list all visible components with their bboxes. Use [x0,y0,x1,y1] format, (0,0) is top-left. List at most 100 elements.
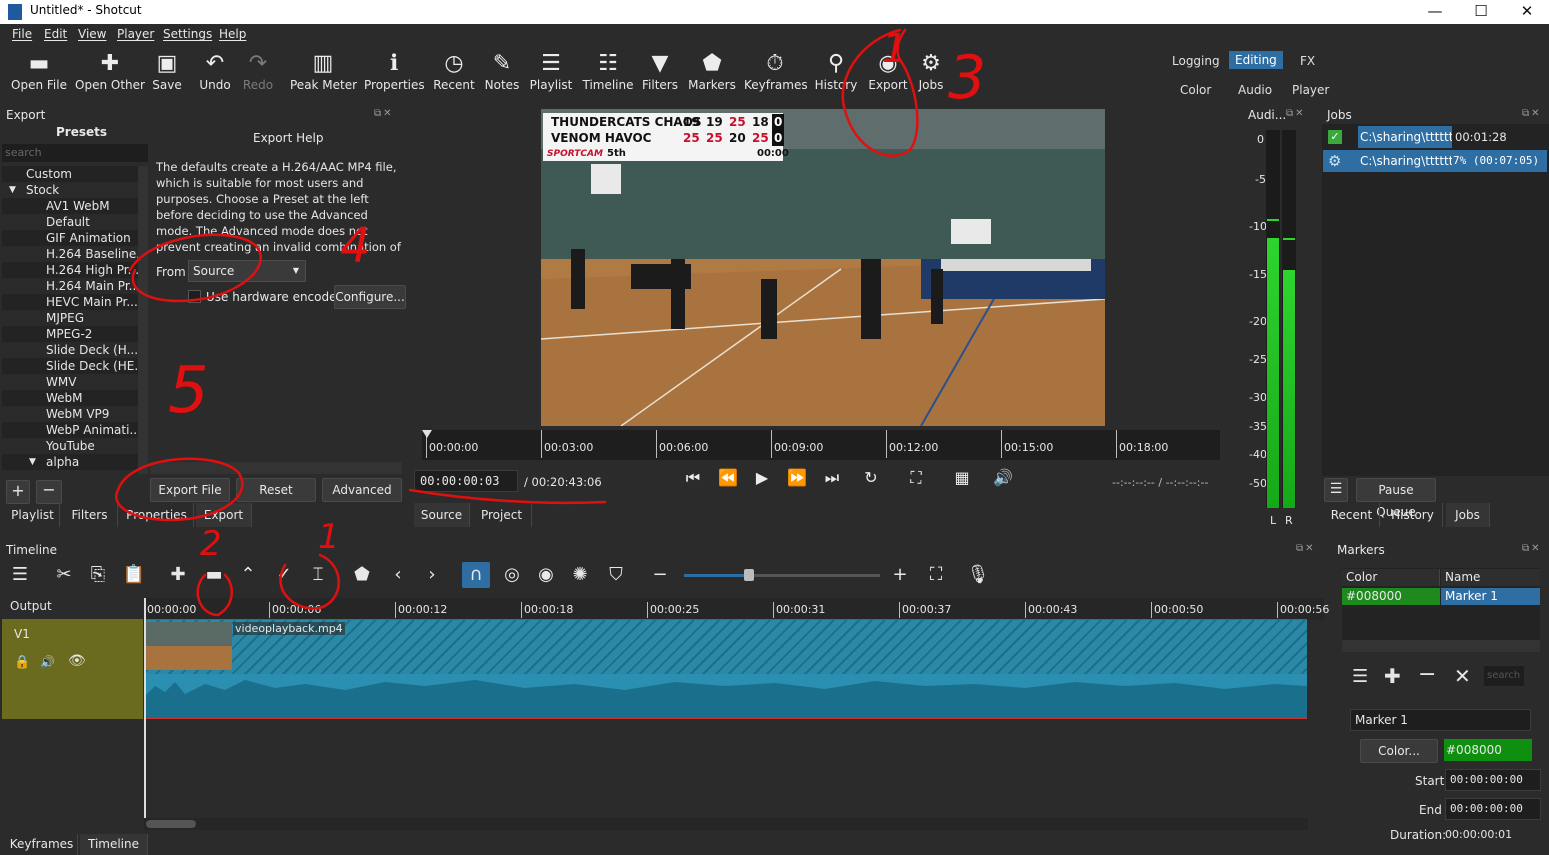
help-horizontal-scrollbar[interactable] [150,462,402,474]
panel-float-close-icons[interactable]: ⧉✕ [1296,543,1316,554]
tab-filters[interactable]: Filters [62,503,118,527]
panel-float-close-icons[interactable]: ⧉✕ [1522,543,1542,554]
video-clip[interactable]: videoplayback.mp4 [145,619,1307,719]
tab-jobs[interactable]: Jobs [1446,503,1490,527]
play-icon[interactable]: ▶ [752,468,772,487]
jobs-menu-button[interactable]: ☰ [1324,478,1348,502]
preset-item[interactable]: YouTube [2,438,138,454]
markers-scrollbar[interactable] [1342,640,1540,652]
add-marker-icon[interactable]: ⬟ [348,562,376,588]
markers-button[interactable]: ⬟ Markers [688,44,736,102]
append-icon[interactable]: ✚ [164,562,192,588]
properties-button[interactable]: ℹ Properties [364,44,425,102]
mute-icon[interactable]: 🔊 [40,655,55,669]
workspace-editing[interactable]: Editing [1229,51,1283,69]
panel-float-close-icons[interactable]: ⧉✕ [374,108,394,119]
timeline-menu-icon[interactable]: ☰ [6,562,34,588]
maximize-button[interactable]: ☐ [1458,0,1504,24]
presets-search-input[interactable]: search [2,144,148,162]
add-marker-icon[interactable]: ✚ [1384,664,1401,688]
ripple-markers-icon[interactable]: ⛉ [602,562,630,588]
menu-view[interactable]: View [78,27,106,41]
snap-icon[interactable]: ∩ [462,562,490,588]
video-preview[interactable]: THUNDERCATS CHAOS 19 19 25 18 0 VENOM HA… [541,109,1105,426]
preset-item[interactable]: Slide Deck (H.... [2,342,138,358]
menu-edit[interactable]: Edit [44,27,67,41]
configure-button[interactable]: Configure... [334,285,406,309]
ripple-all-icon[interactable]: ✺ [566,562,594,588]
hw-encoder-checkbox[interactable] [188,290,201,303]
preset-item[interactable]: Slide Deck (HE... [2,358,138,374]
preset-item[interactable]: H.264 Main Pr... [2,278,138,294]
tab-project[interactable]: Project [472,503,532,527]
filters-button[interactable]: ▼ Filters [640,44,680,102]
preset-item[interactable]: H.264 Baseline... [2,246,138,262]
save-button[interactable]: ▣ Save [150,44,184,102]
open-file-button[interactable]: ▬ Open File [8,44,70,102]
undo-button[interactable]: ↶ Undo [196,44,234,102]
lift-icon[interactable]: ⌃ [234,562,262,588]
export-button[interactable]: ◉ Export [866,44,910,102]
close-button[interactable]: ✕ [1504,0,1549,24]
clear-markers-icon[interactable]: ✕ [1454,664,1471,688]
keyframes-button[interactable]: ⏱ Keyframes [744,44,808,102]
tab-export[interactable]: Export [196,503,252,527]
jobs-button[interactable]: ⚙ Jobs [914,44,948,102]
record-audio-icon[interactable]: 🎙 [964,562,992,588]
menu-help[interactable]: Help [219,27,246,41]
remove-preset-button[interactable]: − [36,480,62,504]
tab-properties[interactable]: Properties [120,503,194,527]
preset-item[interactable]: WMV [2,374,138,390]
preset-item[interactable]: GIF Animation [2,230,138,246]
zoom-fit-icon[interactable]: ⛶ [900,468,932,488]
paste-icon[interactable]: 📋 [120,562,148,588]
ripple-icon[interactable]: ◉ [532,562,560,588]
add-preset-button[interactable]: + [6,480,30,504]
skip-previous-icon[interactable]: ⏮ [683,468,703,488]
timeline-button[interactable]: ☷ Timeline [582,44,634,102]
workspace-fx[interactable]: FX [1300,54,1315,68]
menu-file[interactable]: File [12,27,32,41]
marker-color-cell[interactable]: #008000 [1342,588,1440,605]
preset-item[interactable]: MJPEG [2,310,138,326]
grid-icon[interactable]: ▦ [944,468,980,487]
previous-marker-icon[interactable]: ‹ [384,562,412,588]
export-file-button[interactable]: Export File [150,478,230,502]
markers-search-input[interactable]: search [1484,666,1524,686]
pause-queue-button[interactable]: Pause Queue [1356,478,1436,519]
redo-button[interactable]: ↷ Redo [240,44,276,102]
markers-menu-icon[interactable]: ☰ [1352,666,1368,687]
timeline-scrollbar[interactable] [144,818,1308,830]
workspace-logging[interactable]: Logging [1172,54,1220,68]
panel-float-close-icons[interactable]: ⧉✕ [1522,108,1542,119]
preset-item[interactable]: WebM VP9 [2,406,138,422]
ripple-delete-icon[interactable]: ▬ [200,562,228,588]
workspace-player[interactable]: Player [1292,83,1329,97]
preset-item[interactable]: H.264 High Pr... [2,262,138,278]
preset-item[interactable]: Default [2,214,138,230]
rewind-icon[interactable]: ⏪ [718,468,738,487]
preset-item[interactable]: HEVC Main Pr... [2,294,138,310]
peak-meter-button[interactable]: ▥ Peak Meter [290,44,357,102]
fast-forward-icon[interactable]: ⏩ [786,468,808,487]
marker-name-field[interactable]: Marker 1 [1350,709,1531,731]
preset-item[interactable]: Custom [2,166,138,182]
recent-button[interactable]: ◷ Recent [432,44,476,102]
cut-icon[interactable]: ✂ [50,562,78,588]
workspace-audio[interactable]: Audio [1238,83,1272,97]
reset-button[interactable]: Reset [236,478,316,502]
preset-group-alpha[interactable]: ▼ alpha [2,454,138,470]
presets-scrollbar[interactable] [138,166,148,474]
menu-settings[interactable]: Settings [163,27,212,41]
next-marker-icon[interactable]: › [418,562,446,588]
player-scrub-ruler[interactable]: 00:00:00 00:03:00 00:06:00 00:09:00 00:1… [422,430,1220,460]
column-color[interactable]: Color [1342,569,1440,586]
tab-history[interactable]: History [1383,503,1443,527]
timecode-input[interactable]: 00:00:00:03 [414,470,518,492]
preset-item[interactable]: MPEG-2 [2,326,138,342]
minimize-button[interactable]: — [1412,0,1458,24]
playlist-button[interactable]: ☰ Playlist [528,44,574,102]
open-other-button[interactable]: ✚ Open Other [74,44,146,102]
split-icon[interactable]: ⌶ [304,562,332,588]
timeline-scroll-thumb[interactable] [146,820,196,828]
